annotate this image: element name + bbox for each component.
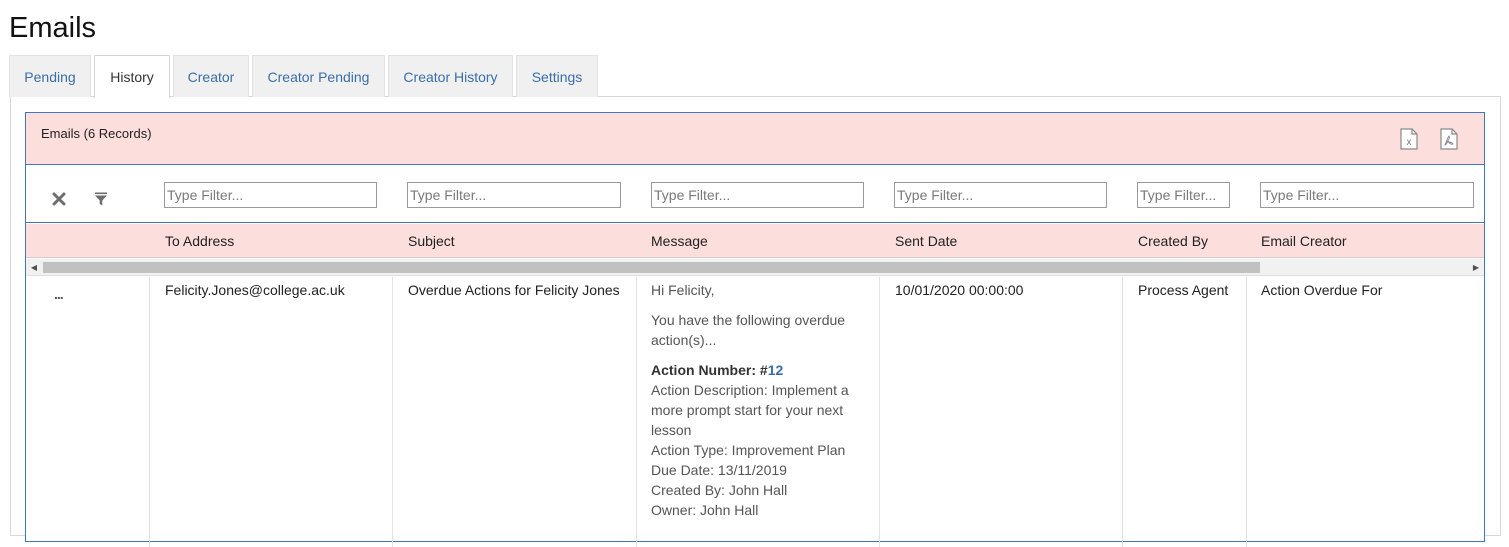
- grid-title: Emails (6 Records): [41, 126, 152, 141]
- filter-row: [26, 166, 1484, 223]
- filter-email-creator[interactable]: [1260, 182, 1474, 208]
- tab-creator-pending[interactable]: Creator Pending: [252, 55, 385, 97]
- column-header-email-creator[interactable]: Email Creator: [1261, 233, 1347, 249]
- column-header-to-address[interactable]: To Address: [165, 233, 234, 249]
- cell-message: Hi Felicity, You have the following over…: [651, 280, 866, 520]
- column-divider: [1122, 277, 1123, 547]
- message-description: Action Description: Implement a: [651, 382, 849, 398]
- column-header-row: To Address Subject Message Sent Date Cre…: [26, 224, 1484, 258]
- column-header-message[interactable]: Message: [651, 233, 708, 249]
- message-intro: You have the following overdue: [651, 312, 846, 328]
- scrollbar-thumb[interactable]: [43, 262, 1260, 273]
- message-description-cont: more prompt start for your next: [651, 402, 844, 418]
- cell-sent-date: 10/01/2020 00:00:00: [895, 282, 1024, 298]
- cell-created-by: Process Agent: [1138, 282, 1229, 298]
- tab-pending[interactable]: Pending: [9, 55, 91, 97]
- column-divider: [149, 277, 150, 547]
- column-divider: [1246, 277, 1247, 547]
- column-divider: [392, 277, 393, 547]
- cell-email-creator: Action Overdue For: [1261, 282, 1383, 298]
- clear-filters-icon[interactable]: [52, 192, 66, 206]
- message-created-by: Created By: John Hall: [651, 482, 788, 498]
- svg-text:x: x: [1407, 137, 1412, 148]
- message-greeting: Hi Felicity,: [651, 282, 715, 298]
- filter-subject[interactable]: [407, 182, 621, 208]
- horizontal-scrollbar[interactable]: ◀ ▶: [26, 259, 1484, 276]
- tab-history[interactable]: History: [94, 55, 170, 98]
- message-due-date: Due Date: 13/11/2019: [651, 462, 787, 478]
- column-header-created-by[interactable]: Created By: [1138, 233, 1208, 249]
- column-divider: [636, 277, 637, 547]
- cell-to-address: Felicity.Jones@college.ac.uk: [165, 282, 345, 298]
- excel-export-icon[interactable]: x: [1399, 128, 1419, 150]
- filter-to-address[interactable]: [164, 182, 377, 208]
- row-actions-menu-icon[interactable]: ...: [54, 286, 64, 302]
- filter-sent-date[interactable]: [894, 182, 1107, 208]
- filter-funnel-icon[interactable]: [94, 192, 108, 206]
- tab-settings[interactable]: Settings: [516, 55, 598, 97]
- column-header-sent-date[interactable]: Sent Date: [895, 233, 957, 249]
- message-action-number-label: Action Number: #: [651, 362, 768, 378]
- message-description-cont: lesson: [651, 422, 692, 438]
- table-row: ... Felicity.Jones@college.ac.uk Overdue…: [26, 277, 1484, 547]
- column-header-subject[interactable]: Subject: [408, 233, 455, 249]
- tab-creator[interactable]: Creator: [173, 55, 249, 97]
- message-owner: Owner: John Hall: [651, 502, 759, 518]
- grid-header: Emails (6 Records) x: [26, 113, 1484, 165]
- filter-message[interactable]: [651, 182, 864, 208]
- cell-subject: Overdue Actions for Felicity Jones: [408, 282, 620, 298]
- column-divider: [879, 277, 880, 547]
- pdf-export-icon[interactable]: [1439, 128, 1459, 150]
- message-intro-cont: action(s)...: [651, 332, 717, 348]
- scroll-right-icon[interactable]: ▶: [1470, 261, 1482, 274]
- filter-created-by[interactable]: [1137, 182, 1230, 208]
- message-action-type: Action Type: Improvement Plan: [651, 442, 846, 458]
- emails-grid: Emails (6 Records) x Type Filter... Type…: [25, 112, 1485, 547]
- action-number-link[interactable]: 12: [768, 362, 784, 378]
- scroll-left-icon[interactable]: ◀: [28, 261, 40, 274]
- page-title: Emails: [9, 12, 97, 44]
- tab-creator-history[interactable]: Creator History: [388, 55, 513, 97]
